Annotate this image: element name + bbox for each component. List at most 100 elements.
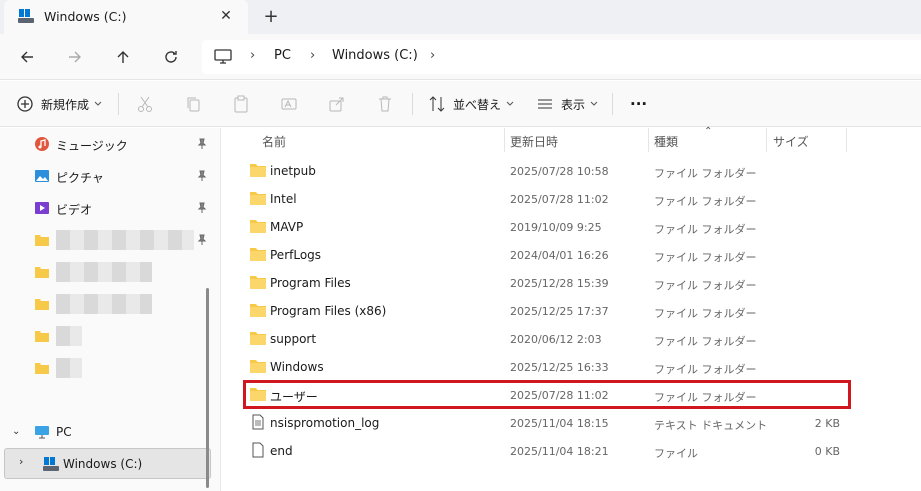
nav-item-redacted[interactable] (0, 226, 212, 254)
nav-item-redacted[interactable] (0, 354, 212, 382)
navigation-pane: ミュージック ピクチャ ビデオ ⌄ PC › Windows (C:) (0, 128, 220, 491)
address-bar[interactable]: › PC › Windows (C:) › (202, 40, 921, 74)
file-list: 名前 更新日時 種類 ⌃ サイズ inetpub 2025/07/28 10:58… (230, 126, 921, 491)
file-row[interactable]: inetpub 2025/07/28 10:58 ファイル フォルダー (242, 158, 846, 184)
nav-item-redacted[interactable] (0, 290, 212, 318)
list-view-icon (538, 99, 552, 109)
back-button[interactable] (14, 44, 40, 70)
copy-icon (187, 97, 200, 112)
new-button[interactable]: 新規作成 (16, 94, 102, 114)
plus-circle-icon (17, 96, 33, 112)
nav-scrollbar[interactable] (206, 288, 209, 488)
arrow-up-icon (117, 51, 129, 63)
nav-item-videos[interactable]: ビデオ (0, 194, 212, 222)
file-row[interactable]: nsispromotion_log 2025/11/04 18:15 テキスト ドキ… (242, 410, 846, 436)
nav-item-pictures[interactable]: ピクチャ (0, 162, 212, 190)
chevron-right-icon[interactable]: › (430, 48, 435, 63)
refresh-button[interactable] (158, 44, 184, 70)
pictures-icon (35, 170, 49, 182)
folder-icon (250, 276, 266, 289)
file-row[interactable]: Intel 2025/07/28 11:02 ファイル フォルダー (242, 186, 846, 212)
sort-button[interactable]: 並べ替え (428, 94, 514, 114)
file-row[interactable]: end 2025/11/04 18:21 ファイル 0 KB (242, 438, 846, 464)
highlight-box (243, 380, 851, 409)
chevron-right-icon[interactable]: › (19, 455, 23, 468)
folder-icon (35, 363, 49, 374)
chevron-down-icon[interactable]: ⌄ (12, 426, 20, 437)
column-divider[interactable] (846, 128, 847, 152)
file-name: MAVP (270, 220, 304, 234)
share-icon (329, 97, 344, 112)
cut-button[interactable] (136, 94, 154, 114)
nav-item-pc[interactable]: ⌄ PC (0, 418, 212, 446)
column-divider[interactable] (504, 128, 505, 152)
column-header-type[interactable]: 種類 (654, 133, 678, 150)
file-type: ファイル (654, 447, 698, 460)
file-date: 2025/12/25 17:37 (510, 305, 609, 318)
tab-windows-c[interactable]: Windows (C:) ✕ (4, 0, 248, 34)
new-tab-button[interactable]: + (260, 6, 282, 28)
new-label: 新規作成 (41, 97, 90, 112)
pane-divider[interactable] (220, 128, 221, 491)
share-button[interactable] (328, 94, 346, 114)
delete-button[interactable] (376, 94, 394, 114)
file-row[interactable]: PerfLogs 2024/04/01 16:26 ファイル フォルダー (242, 242, 846, 268)
folder-icon (250, 332, 266, 345)
file-date: 2025/11/04 18:15 (510, 417, 609, 430)
file-row[interactable]: MAVP 2019/10/09 9:25 ファイル フォルダー (242, 214, 846, 240)
redacted-label (56, 230, 194, 250)
forward-button[interactable] (62, 44, 88, 70)
file-name: Program Files (270, 276, 351, 290)
folder-icon (35, 235, 49, 246)
chevron-right-icon: › (310, 48, 316, 63)
pin-icon[interactable] (196, 170, 208, 182)
file-row[interactable]: support 2020/06/12 2:03 ファイル フォルダー (242, 326, 846, 352)
sort-label: 並べ替え (453, 97, 502, 112)
file-row[interactable]: Program Files 2025/12/28 15:39 ファイル フォルダー (242, 270, 846, 296)
folder-icon (250, 304, 266, 317)
up-button[interactable] (110, 44, 136, 70)
file-row[interactable]: Windows 2025/12/25 16:33 ファイル フォルダー (242, 354, 846, 380)
close-tab-icon[interactable]: ✕ (216, 6, 236, 26)
column-divider[interactable] (648, 128, 649, 152)
file-name: inetpub (270, 164, 316, 178)
nav-item-windows-c[interactable]: › Windows (C:) (4, 448, 211, 479)
nav-item-redacted[interactable] (0, 258, 212, 286)
folder-icon (250, 360, 266, 373)
copy-button[interactable] (184, 94, 202, 114)
nav-label: PC (56, 425, 72, 439)
chevron-right-icon: › (250, 48, 256, 63)
rename-icon (281, 98, 297, 110)
nav-label: ピクチャ (56, 171, 104, 185)
paste-button[interactable] (232, 94, 250, 114)
file-name: support (270, 332, 317, 346)
redacted-label (56, 326, 82, 346)
arrow-left-icon (21, 51, 33, 63)
column-header-date[interactable]: 更新日時 (510, 133, 558, 150)
nav-item-music[interactable]: ミュージック (0, 130, 212, 158)
file-icon (252, 442, 264, 458)
pin-icon[interactable] (196, 138, 208, 150)
folder-icon (250, 192, 266, 205)
pin-icon[interactable] (196, 202, 208, 214)
column-header-size[interactable]: サイズ (773, 133, 809, 150)
pin-icon[interactable] (196, 234, 208, 246)
folder-icon (250, 164, 266, 177)
sort-ascending-icon: ⌃ (704, 126, 713, 137)
column-header-name[interactable]: 名前 (262, 133, 286, 150)
tab-title: Windows (C:) (44, 9, 127, 24)
trash-icon (379, 96, 391, 112)
folder-icon (35, 299, 49, 310)
folder-icon (250, 220, 266, 233)
breadcrumb-pc[interactable]: PC (274, 48, 291, 63)
view-button[interactable]: 表示 (536, 94, 598, 114)
column-divider[interactable] (766, 128, 767, 152)
nav-item-redacted[interactable] (0, 322, 212, 350)
breadcrumb-windows-c[interactable]: Windows (C:) (332, 48, 418, 63)
file-type: ファイル フォルダー (654, 335, 757, 348)
file-date: 2025/12/28 15:39 (510, 277, 609, 290)
more-options-button[interactable]: ··· (630, 94, 647, 114)
file-row[interactable]: Program Files (x86) 2025/12/25 17:37 ファイル … (242, 298, 846, 324)
rename-button[interactable] (280, 94, 298, 114)
file-size: 2 KB (814, 417, 840, 430)
